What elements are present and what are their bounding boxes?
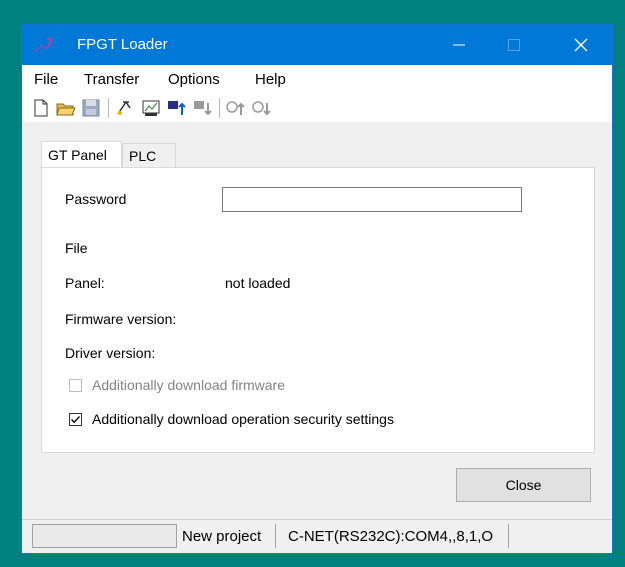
panel-value: not loaded — [225, 275, 291, 291]
status-connection: C-NET(RS232C):COM4,,8,1,O — [282, 524, 509, 548]
firmware-version-label: Firmware version: — [65, 311, 177, 327]
save-icon — [82, 99, 100, 117]
checkmark-icon — [71, 416, 80, 424]
download-icon[interactable] — [166, 97, 188, 119]
app-window: FPGT Loader File Transfer Options Help G… — [21, 24, 613, 554]
toolbar — [22, 94, 612, 122]
toolbar-separator — [219, 98, 220, 118]
toolbar-separator — [108, 98, 109, 118]
window-title: FPGT Loader — [77, 36, 168, 53]
gt-panel-page: Password File Panel: not loaded Firmware… — [41, 167, 595, 453]
upload-icon — [194, 101, 212, 116]
maximize-icon — [508, 39, 520, 51]
download-security-checkbox[interactable] — [69, 413, 82, 426]
password-input[interactable] — [222, 187, 522, 212]
password-label: Password — [65, 191, 127, 207]
status-bar: New project C-NET(RS232C):COM4,,8,1,O — [22, 519, 612, 553]
title-bar[interactable]: FPGT Loader — [22, 25, 612, 65]
menu-options[interactable]: Options — [168, 71, 220, 88]
menu-help[interactable]: Help — [255, 71, 286, 88]
close-icon — [574, 38, 588, 52]
download-firmware-label: Additionally download firmware — [92, 377, 285, 393]
minimize-button[interactable] — [436, 25, 482, 65]
status-progress-cell — [32, 524, 177, 548]
download-security-label[interactable]: Additionally download operation security… — [92, 411, 394, 427]
tab-plc-label: PLC — [129, 148, 157, 164]
tab-gt-panel-label: GT Panel — [48, 147, 107, 163]
close-button[interactable]: Close — [456, 468, 591, 502]
menu-file[interactable]: File — [34, 71, 58, 88]
file-label: File — [65, 240, 88, 256]
panel-label: Panel: — [65, 275, 105, 291]
menu-bar: File Transfer Options Help — [22, 65, 612, 94]
open-folder-icon[interactable] — [55, 97, 77, 119]
plc-download-icon — [226, 101, 245, 115]
app-logo-icon — [34, 38, 52, 52]
new-file-icon[interactable] — [30, 97, 52, 119]
maximize-button — [491, 25, 537, 65]
download-firmware-checkbox — [69, 379, 82, 392]
minimize-icon — [453, 44, 465, 46]
tab-plc[interactable]: PLC — [122, 143, 176, 168]
driver-version-label: Driver version: — [65, 345, 156, 361]
close-window-button[interactable] — [558, 25, 604, 65]
plc-upload-icon — [252, 101, 271, 116]
tab-gt-panel[interactable]: GT Panel — [41, 141, 122, 168]
menu-transfer[interactable]: Transfer — [84, 71, 139, 88]
panel-icon[interactable] — [140, 97, 162, 119]
status-project: New project — [176, 524, 276, 548]
settings-icon[interactable] — [114, 97, 136, 119]
